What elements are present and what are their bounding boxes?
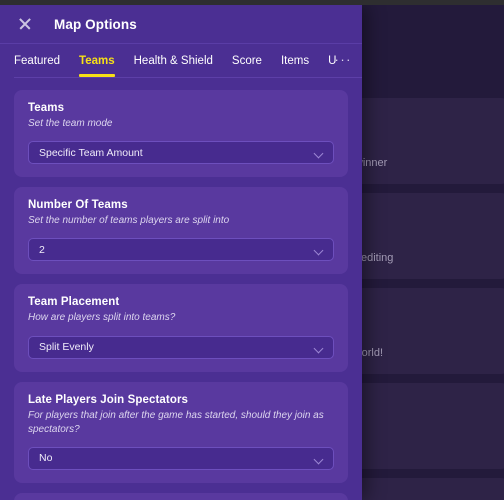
tab-bar: Featured Teams Health & Shield Score Ite…: [0, 43, 362, 78]
chevron-down-icon: [315, 247, 323, 255]
chevron-down-icon: [315, 456, 323, 464]
window-chrome-strip: [0, 0, 504, 5]
panel-title: Map Options: [54, 16, 137, 32]
tab-overflow-menu-icon[interactable]: ···: [335, 52, 353, 67]
setting-title: Teams: [28, 102, 65, 114]
select-value: 2: [39, 243, 45, 256]
select-value: Split Evenly: [39, 341, 94, 354]
setting-description: For players that join after the game has…: [28, 409, 324, 435]
map-options-panel: Map Options Featured Teams Health & Shie…: [0, 5, 362, 500]
tab-score[interactable]: Score: [232, 44, 262, 79]
teams-mode-select[interactable]: Specific Team Amount: [28, 141, 334, 165]
select-value: No: [39, 452, 53, 465]
chevron-down-icon: [315, 345, 323, 353]
setting-description: Set the number of teams players are spli…: [28, 215, 230, 227]
setting-title: Number Of Teams: [28, 199, 128, 212]
late-players-join-spectators-select[interactable]: No: [28, 446, 334, 470]
tab-teams[interactable]: Teams: [79, 44, 115, 79]
select-value: Specific Team Amount: [39, 146, 143, 159]
panel-header: Map Options: [0, 5, 362, 43]
tab-health-and-shield[interactable]: Health & Shield: [134, 44, 213, 79]
setting-card-team-placement: Team Placement How are players split int…: [14, 284, 348, 372]
tab-items[interactable]: Items: [281, 44, 309, 79]
setting-card-ally-indicators: Ally Indicators Are ally indicators enab…: [14, 492, 348, 500]
number-of-teams-select[interactable]: 2: [28, 238, 334, 262]
setting-card-teams: Teams Set the team mode Specific Team Am…: [14, 90, 348, 178]
setting-title: Team Placement: [28, 296, 120, 309]
chevron-down-icon: [315, 150, 323, 158]
team-placement-select[interactable]: Split Evenly: [28, 335, 334, 359]
setting-card-number-of-teams: Number Of Teams Set the number of teams …: [14, 187, 348, 275]
setting-description: Set the team mode: [28, 118, 113, 129]
setting-card-late-players-join-spectators: Late Players Join Spectators For players…: [14, 381, 348, 483]
tab-featured[interactable]: Featured: [14, 44, 60, 79]
settings-scroll-area[interactable]: Teams Set the team mode Specific Team Am…: [0, 78, 362, 500]
close-icon[interactable]: [17, 16, 33, 32]
setting-description: How are players split into teams?: [28, 312, 176, 324]
setting-title: Late Players Join Spectators: [28, 393, 189, 406]
